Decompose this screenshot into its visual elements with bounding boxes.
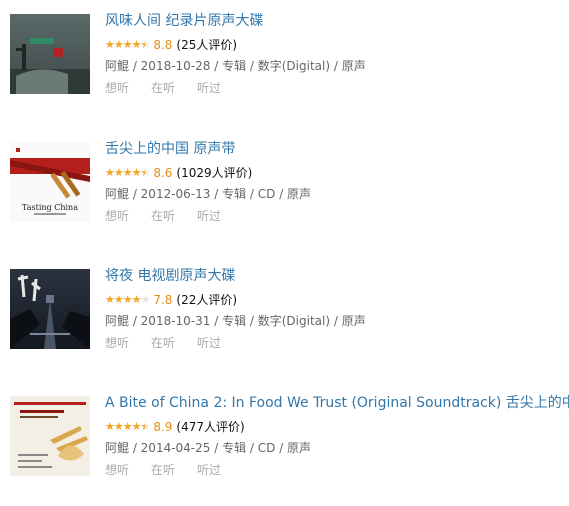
- album-cover[interactable]: [10, 14, 90, 94]
- rating-row: ★★★★★★★★★★8.8(25人评价): [105, 36, 569, 54]
- listening-button[interactable]: 在听: [151, 336, 175, 350]
- listening-button[interactable]: 在听: [151, 463, 175, 477]
- album-cover[interactable]: [10, 396, 90, 476]
- album-item: 将夜 电视剧原声大碟 ★★★★★★★★★★7.8(22人评价) 阿鲲 / 201…: [10, 266, 569, 379]
- action-row: 想听 在听 听过: [105, 335, 569, 352]
- listened-button[interactable]: 听过: [197, 336, 221, 350]
- album-item: A Bite of China 2: In Food We Trust (Ori…: [10, 393, 569, 506]
- want-to-listen-button[interactable]: 想听: [105, 336, 129, 350]
- star-rating-icon: ★★★★★★★★★★: [105, 38, 150, 51]
- listened-button[interactable]: 听过: [197, 81, 221, 95]
- want-to-listen-button[interactable]: 想听: [105, 463, 129, 477]
- rating-score: 8.8: [153, 38, 173, 52]
- album-cover[interactable]: [10, 269, 90, 349]
- listened-button[interactable]: 听过: [197, 209, 221, 223]
- album-title-link[interactable]: 风味人间 纪录片原声大碟: [105, 11, 569, 31]
- cover-caption: Tasting China: [22, 203, 78, 212]
- album-title-link[interactable]: 将夜 电视剧原声大碟: [105, 266, 569, 286]
- album-item: Tasting China 舌尖上的中国 原声带 ★★★★★★★★★★8.6(1…: [10, 139, 569, 252]
- star-rating-icon: ★★★★★★★★★★: [105, 420, 150, 433]
- album-item: 风味人间 纪录片原声大碟 ★★★★★★★★★★8.8(25人评价) 阿鲲 / 2…: [10, 11, 569, 124]
- star-rating-icon: ★★★★★★★★★★: [105, 166, 150, 179]
- album-meta: 阿鲲 / 2012-06-13 / 专辑 / CD / 原声: [105, 187, 312, 201]
- rating-score: 8.9: [153, 420, 173, 434]
- rating-votes[interactable]: (22人评价): [176, 293, 237, 307]
- album-cover[interactable]: Tasting China: [10, 142, 90, 222]
- action-row: 想听 在听 听过: [105, 80, 569, 97]
- album-meta: 阿鲲 / 2014-04-25 / 专辑 / CD / 原声: [105, 441, 312, 455]
- cover-art-tasting-china: Tasting China: [10, 142, 90, 222]
- rating-score: 7.8: [153, 293, 173, 307]
- rating-row: ★★★★★★★★★★7.8(22人评价): [105, 291, 569, 309]
- cover-art-fengwei: [10, 14, 90, 94]
- rating-row: ★★★★★★★★★★8.9(477人评价): [105, 418, 569, 436]
- listened-button[interactable]: 听过: [197, 463, 221, 477]
- want-to-listen-button[interactable]: 想听: [105, 81, 129, 95]
- star-rating-icon: ★★★★★★★★★★: [105, 293, 150, 306]
- action-row: 想听 在听 听过: [105, 208, 569, 225]
- rating-votes[interactable]: (25人评价): [176, 38, 237, 52]
- cover-art-bite-of-china-2: [10, 396, 90, 476]
- rating-score: 8.6: [153, 166, 173, 180]
- action-row: 想听 在听 听过: [105, 462, 569, 479]
- rating-row: ★★★★★★★★★★8.6(1029人评价): [105, 164, 569, 182]
- rating-votes[interactable]: (1029人评价): [176, 166, 252, 180]
- album-title-link[interactable]: 舌尖上的中国 原声带: [105, 139, 569, 159]
- cover-art-jiangye: [10, 269, 90, 349]
- rating-votes[interactable]: (477人评价): [176, 420, 244, 434]
- listening-button[interactable]: 在听: [151, 81, 175, 95]
- album-title-link[interactable]: A Bite of China 2: In Food We Trust (Ori…: [105, 393, 569, 413]
- album-meta: 阿鲲 / 2018-10-31 / 专辑 / 数字(Digital) / 原声: [105, 314, 366, 328]
- want-to-listen-button[interactable]: 想听: [105, 209, 129, 223]
- album-meta: 阿鲲 / 2018-10-28 / 专辑 / 数字(Digital) / 原声: [105, 59, 366, 73]
- listening-button[interactable]: 在听: [151, 209, 175, 223]
